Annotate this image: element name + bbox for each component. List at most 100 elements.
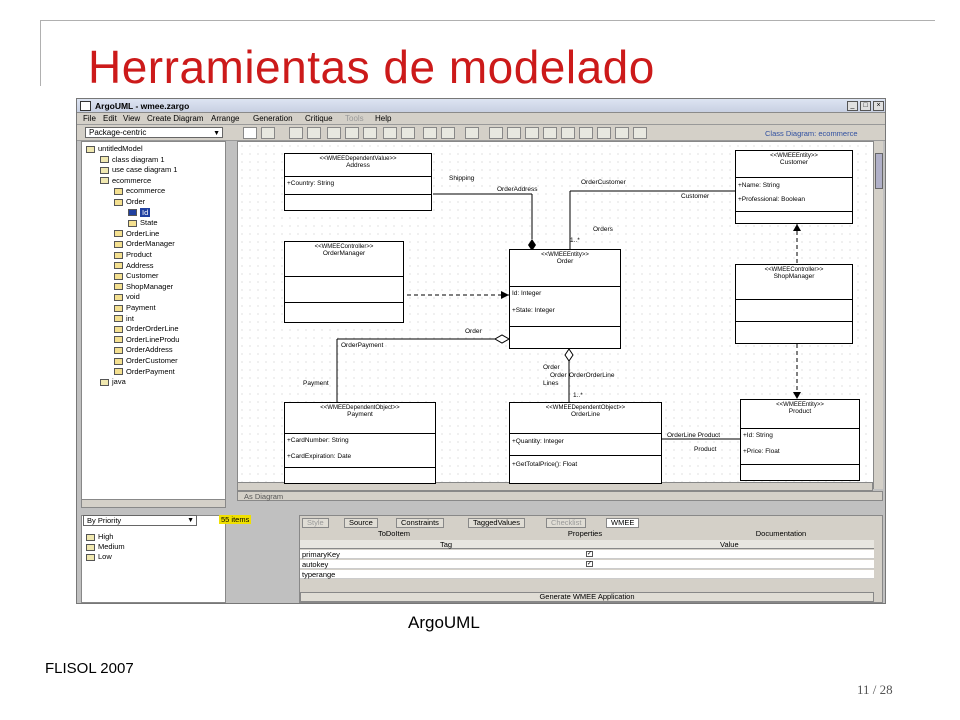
- menu-critique[interactable]: Critique: [305, 114, 333, 123]
- tree-item[interactable]: Order: [114, 197, 145, 206]
- tree-item-label: Customer: [126, 271, 159, 281]
- tree-item[interactable]: int: [114, 314, 134, 323]
- class-icon: [128, 209, 137, 217]
- class-tool-icon[interactable]: [307, 127, 321, 139]
- tree-item[interactable]: ecommerce: [100, 176, 151, 185]
- realization-tool-icon[interactable]: [363, 127, 377, 139]
- class-icon: [114, 293, 123, 301]
- comment-tool-icon[interactable]: [465, 127, 479, 139]
- tab-wmee[interactable]: WMEE: [606, 518, 640, 528]
- broom-tool-icon[interactable]: [261, 127, 275, 139]
- checkbox-icon[interactable]: ✓: [586, 561, 593, 567]
- generalization-tool-icon[interactable]: [345, 127, 359, 139]
- ink-tool-icon[interactable]: [633, 127, 647, 139]
- tree-item[interactable]: ecommerce: [114, 186, 165, 195]
- page-number: 11 / 28: [857, 682, 893, 697]
- text-tool-icon[interactable]: [561, 127, 575, 139]
- tree-item[interactable]: ShopManager: [114, 282, 173, 291]
- menu-edit[interactable]: Edit: [103, 114, 117, 123]
- todo-item-medium[interactable]: Medium: [86, 542, 125, 551]
- tree-hscrollbar[interactable]: [81, 499, 226, 508]
- tree-item[interactable]: untitledModel: [86, 144, 143, 153]
- subtab-properties[interactable]: Properties: [490, 530, 680, 539]
- tree-item[interactable]: OrderCustomer: [114, 356, 178, 365]
- rectangle-tool-icon[interactable]: [489, 127, 503, 139]
- operation-tool-icon[interactable]: [441, 127, 455, 139]
- todo-pane: High Medium Low: [81, 515, 226, 603]
- attribute-tool-icon[interactable]: [423, 127, 437, 139]
- minimize-button[interactable]: _: [847, 101, 858, 111]
- tab-source[interactable]: Source: [344, 518, 378, 528]
- tree-item[interactable]: Customer: [114, 271, 159, 280]
- class-address[interactable]: <<WMEEDependentValue>> Address +Country:…: [284, 153, 432, 211]
- menu-help[interactable]: Help: [375, 114, 391, 123]
- class-ordermanager[interactable]: <<WMEEController>> OrderManager: [284, 241, 404, 323]
- menu-generation[interactable]: Generation: [253, 114, 293, 123]
- tree-item[interactable]: Product: [114, 250, 152, 259]
- tree-item[interactable]: void: [114, 292, 140, 301]
- menu-create-diagram[interactable]: Create Diagram: [147, 114, 203, 123]
- edge-label-order-payment: OrderPayment: [341, 342, 384, 349]
- tree-item[interactable]: OrderOrderLine: [114, 324, 179, 333]
- tree-item[interactable]: java: [100, 377, 126, 386]
- tree-item[interactable]: State: [128, 218, 158, 227]
- tab-style[interactable]: Style: [302, 518, 329, 528]
- tab-checklist[interactable]: Checklist: [546, 518, 587, 528]
- spline-tool-icon[interactable]: [615, 127, 629, 139]
- class-product[interactable]: <<WMEEEntity>> Product +Id: String +Pric…: [740, 399, 860, 481]
- select-tool-icon[interactable]: [243, 127, 257, 139]
- class-shopmanager[interactable]: <<WMEEController>> ShopManager: [735, 264, 853, 344]
- menu-file[interactable]: File: [83, 114, 96, 123]
- maximize-button[interactable]: □: [860, 101, 871, 111]
- tree-item[interactable]: OrderLine: [114, 229, 159, 238]
- association-tool-icon[interactable]: [327, 127, 341, 139]
- inherit-tool-icon[interactable]: [401, 127, 415, 139]
- generate-wmee-button[interactable]: Generate WMEE Application: [300, 592, 874, 602]
- tree-item[interactable]: OrderManager: [114, 239, 175, 248]
- subtab-todoitem[interactable]: ToDoItem: [304, 530, 484, 539]
- tree-item[interactable]: Id: [128, 207, 151, 217]
- todo-grouping-select[interactable]: By Priority ▼: [83, 515, 197, 526]
- class-icon: [114, 240, 123, 248]
- class-icon: [114, 304, 123, 312]
- tree-item[interactable]: OrderLineProdu: [114, 335, 179, 344]
- circle-tool-icon[interactable]: [525, 127, 539, 139]
- tree-item[interactable]: class diagram 1: [100, 155, 165, 164]
- tree-item[interactable]: OrderAddress: [114, 345, 173, 354]
- checkbox-icon[interactable]: ✓: [586, 551, 593, 557]
- line-tool-icon[interactable]: [543, 127, 557, 139]
- polyline-tool-icon[interactable]: [597, 127, 611, 139]
- tree-item[interactable]: use case diagram 1: [100, 165, 177, 174]
- tree-item[interactable]: Payment: [114, 303, 156, 312]
- table-row[interactable]: primaryKey ✓: [300, 550, 874, 559]
- tab-as-diagram[interactable]: As Diagram: [244, 492, 283, 501]
- tree-item-label: OrderOrderLine: [126, 324, 179, 334]
- class-customer[interactable]: <<WMEEEntity>> Customer +Name: String +P…: [735, 150, 853, 224]
- navigator-tree[interactable]: untitledModel class diagram 1 use case dia…: [81, 141, 226, 501]
- interface-tool-icon[interactable]: [383, 127, 397, 139]
- todo-item-high[interactable]: High: [86, 532, 113, 541]
- menu-arrange[interactable]: Arrange: [211, 114, 239, 123]
- menu-tools[interactable]: Tools: [345, 114, 364, 123]
- rounded-rect-tool-icon[interactable]: [507, 127, 521, 139]
- class-payment[interactable]: <<WMEEDependentObject>> Payment +CardNum…: [284, 402, 436, 484]
- package-tool-icon[interactable]: [289, 127, 303, 139]
- canvas-vscrollbar[interactable]: [873, 141, 883, 489]
- subtab-documentation[interactable]: Documentation: [686, 530, 876, 539]
- class-order[interactable]: <<WMEEEntity>> Order Id: Integer +State:…: [509, 249, 621, 349]
- table-row[interactable]: autokey ✓: [300, 560, 874, 569]
- tree-item[interactable]: Address: [114, 261, 154, 270]
- table-row[interactable]: typerange: [300, 570, 874, 579]
- close-button[interactable]: ×: [873, 101, 884, 111]
- folder-icon: [100, 166, 109, 174]
- tab-tagged-values[interactable]: TaggedValues: [468, 518, 525, 528]
- todo-item-low[interactable]: Low: [86, 552, 112, 561]
- class-icon: [114, 187, 123, 195]
- tree-item[interactable]: OrderPayment: [114, 367, 175, 376]
- class-orderline[interactable]: <<WMEEDependentObject>> OrderLine +Quant…: [509, 402, 662, 484]
- canvas-vscroll-thumb[interactable]: [875, 153, 883, 189]
- tab-constraints[interactable]: Constraints: [396, 518, 444, 528]
- menu-view[interactable]: View: [123, 114, 140, 123]
- polygon-tool-icon[interactable]: [579, 127, 593, 139]
- perspective-select[interactable]: Package-centric ▼: [85, 127, 223, 138]
